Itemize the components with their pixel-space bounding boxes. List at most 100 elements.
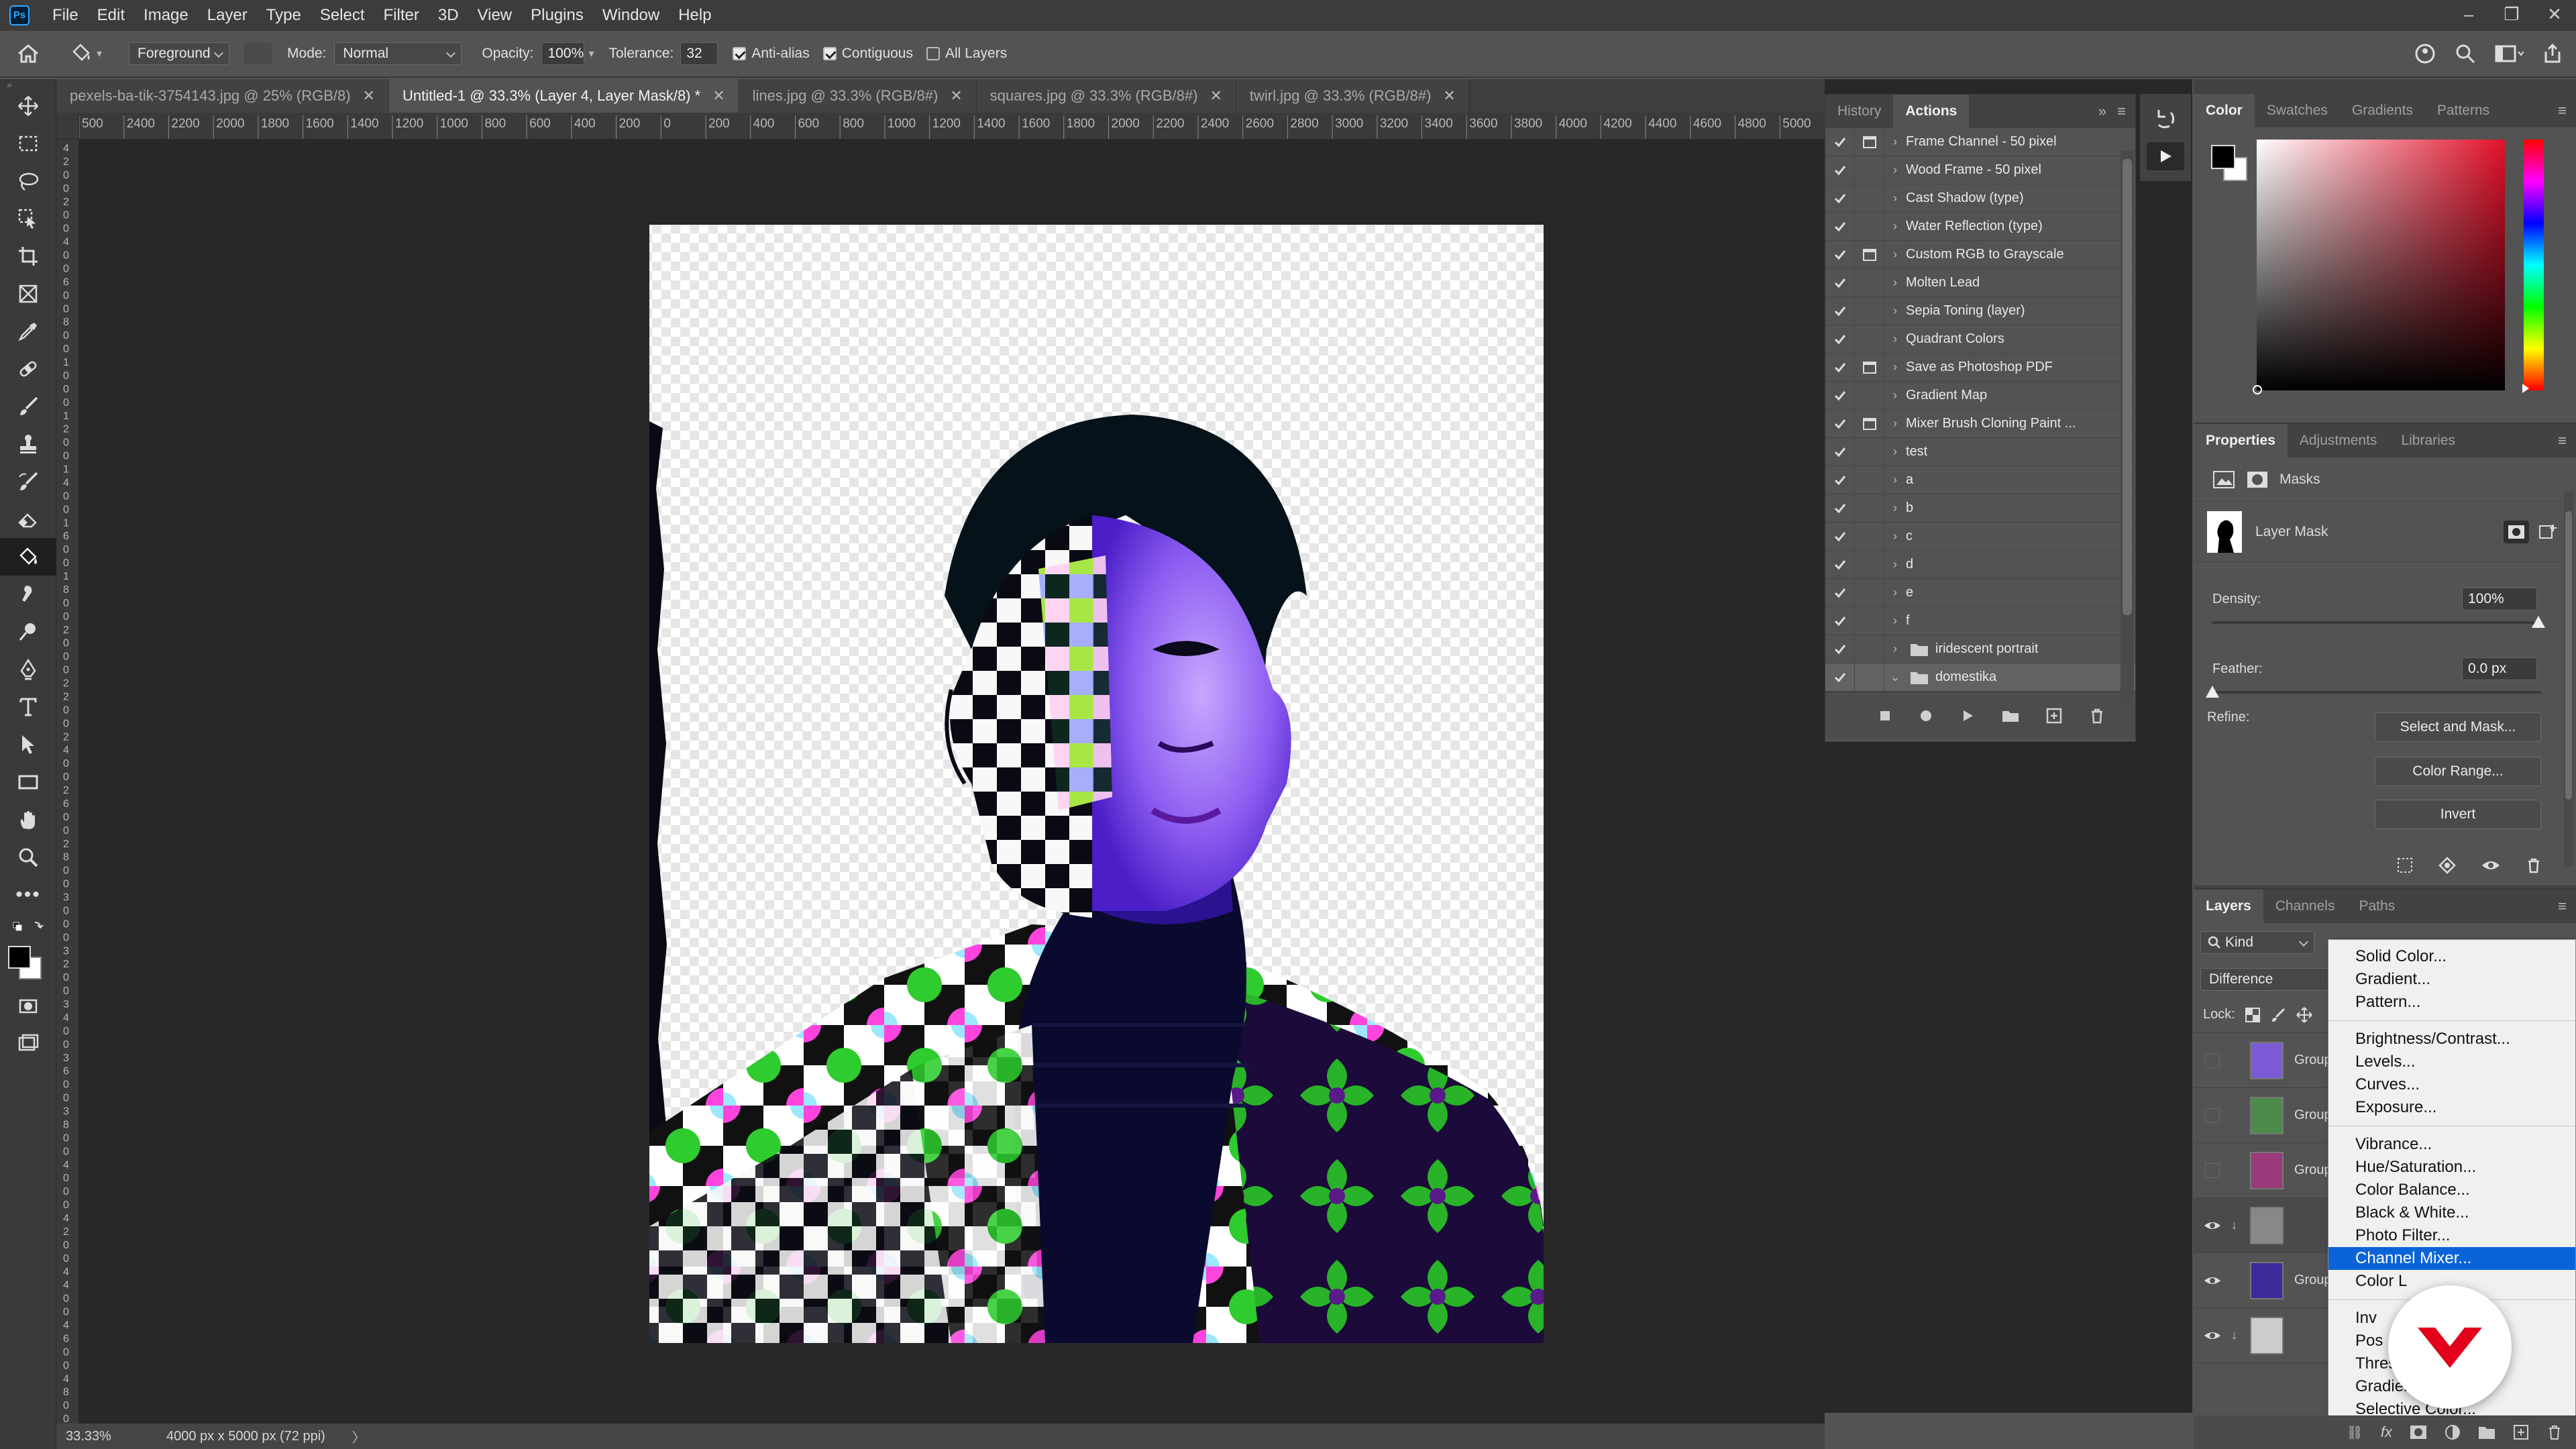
document-tab[interactable]: squares.jpg @ 33.3% (RGB/8#) ✕ [976,79,1236,113]
chevron-right-icon[interactable]: › [1884,135,1906,149]
frame-tool[interactable] [0,275,56,313]
blend-mode-dropdown[interactable]: Difference [2200,968,2348,991]
tolerance-field[interactable]: 32 [680,42,718,65]
document-tab[interactable]: Untitled-1 @ 33.3% (Layer 4, Layer Mask/… [388,79,739,113]
dialog-toggle[interactable] [1855,297,1884,325]
layer-name[interactable]: Group [2294,1163,2332,1178]
menu-row[interactable]: Black & White... [2328,1201,2575,1224]
document-tab[interactable]: pexels-ba-tik-3754143.jpg @ 25% (RGB/8) ✕ [56,79,389,113]
action-row[interactable]: › Save as Photoshop PDF [1825,353,2135,382]
density-field[interactable]: 100% [2462,588,2537,610]
delete-layer-icon[interactable] [2546,1424,2563,1440]
record-icon[interactable] [1918,708,1934,724]
chevron-right-icon[interactable]: › [1884,417,1906,431]
layer-thumbnail[interactable] [2250,1151,2284,1189]
contiguous-checkbox[interactable]: Contiguous [822,46,913,62]
invert-mask-button[interactable]: Invert [2375,800,2541,829]
menu-row[interactable]: Gradient... [2328,968,2575,991]
dialog-toggle[interactable] [1855,184,1884,213]
layer-thumbnail[interactable] [2250,1206,2284,1244]
layer-name[interactable]: Group [2294,1273,2332,1288]
discover-icon[interactable] [2414,42,2436,65]
menu-row[interactable]: Brightness/Contrast... [2328,1028,2575,1051]
type-tool[interactable] [0,688,56,726]
chevron-right-icon[interactable]: › [1884,642,1906,656]
action-toggle[interactable] [1825,466,1855,494]
dialog-toggle[interactable] [1855,268,1884,297]
clone-stamp-tool[interactable] [0,425,56,463]
action-toggle[interactable] [1825,381,1855,410]
dialog-toggle[interactable] [1855,635,1884,663]
tab-layers[interactable]: Layers [2194,890,2263,923]
close-window-button[interactable]: ✕ [2533,0,2576,31]
mode-dropdown[interactable]: Normal [334,42,462,65]
panel-menu-icon[interactable]: ≡ [2558,898,2567,915]
actions-scrollbar[interactable] [2121,151,2134,701]
density-slider-track[interactable] [2212,621,2541,624]
layer-visibility-toggle[interactable] [2194,1274,2231,1287]
delete-mask-icon[interactable] [2525,857,2542,874]
action-row[interactable]: › c [1825,522,2135,551]
dialog-toggle[interactable] [1855,606,1884,635]
dialog-toggle[interactable] [1855,550,1884,579]
new-action-icon[interactable] [2045,707,2063,724]
dialog-toggle[interactable] [1855,212,1884,241]
action-row[interactable]: › Cast Shadow (type) [1825,184,2135,213]
menu-layer[interactable]: Layer [198,0,257,31]
link-layers-icon[interactable]: ⛓ [2346,1424,2363,1441]
lock-transparent-pixels-icon[interactable] [2245,1007,2261,1023]
actions-panel-button[interactable] [2147,142,2184,170]
foreground-color-chip[interactable] [2211,145,2235,169]
action-row[interactable]: › Frame Channel - 50 pixel [1825,128,2135,156]
add-mask-icon[interactable] [2410,1425,2427,1440]
apply-mask-icon[interactable] [2438,856,2457,875]
layer-thumbnail[interactable] [2250,1316,2284,1354]
tab-actions[interactable]: Actions [1893,95,1970,128]
menu-select[interactable]: Select [311,0,374,31]
dialog-toggle[interactable] [1855,325,1884,354]
document-tab[interactable]: lines.jpg @ 33.3% (RGB/8#) ✕ [739,79,977,113]
menu-window[interactable]: Window [593,0,669,31]
eraser-tool[interactable] [0,500,56,538]
dialog-toggle[interactable] [1855,353,1884,382]
chevron-right-icon[interactable]: › [1884,332,1906,346]
ruler-origin[interactable] [56,113,79,140]
tab-history[interactable]: History [1825,95,1893,128]
lasso-tool[interactable] [0,162,56,200]
load-selection-icon[interactable] [2396,857,2414,874]
dialog-toggle[interactable] [1855,128,1884,156]
history-brush-tool[interactable] [0,463,56,500]
action-toggle[interactable] [1825,522,1855,551]
hue-slider[interactable] [2522,140,2544,393]
layer-thumbnail[interactable] [2250,1096,2284,1134]
paint-bucket-tool[interactable] [0,538,56,576]
chevron-right-icon[interactable]: › [1884,163,1906,177]
vertical-ruler[interactable]: 4200200400600800100012001400160018002000… [56,140,79,1424]
path-selection-tool[interactable] [0,726,56,763]
tab-channels[interactable]: Channels [2263,890,2347,923]
tab-libraries[interactable]: Libraries [2389,424,2467,458]
chevron-right-icon[interactable]: › [1884,614,1906,628]
menu-row[interactable]: Vibrance... [2328,1133,2575,1156]
lock-position-icon[interactable] [2296,1006,2313,1024]
dialog-toggle[interactable] [1855,578,1884,607]
layer-visibility-toggle[interactable] [2194,1163,2231,1178]
density-slider-handle[interactable] [2532,616,2545,628]
layer-name[interactable]: Group [2294,1053,2332,1068]
action-toggle[interactable] [1825,437,1855,466]
object-selection-tool[interactable] [0,200,56,237]
color-range-button[interactable]: Color Range... [2375,757,2541,786]
color-swatches[interactable] [0,941,56,987]
action-row[interactable]: › e [1825,578,2135,607]
hand-tool[interactable] [0,801,56,839]
history-panel-icon[interactable] [2152,106,2179,133]
action-toggle[interactable] [1825,494,1855,523]
menu-view[interactable]: View [468,0,522,31]
menu-filter[interactable]: Filter [374,0,429,31]
dialog-toggle[interactable] [1855,409,1884,438]
properties-scroll-thumb[interactable] [2565,511,2572,800]
antialias-checkbox[interactable]: Anti-alias [733,46,810,62]
menu-row-selected[interactable]: Channel Mixer... [2328,1247,2575,1270]
chevron-right-icon[interactable]: › [1884,360,1906,374]
vector-mask-add-icon[interactable] [2538,522,2561,542]
